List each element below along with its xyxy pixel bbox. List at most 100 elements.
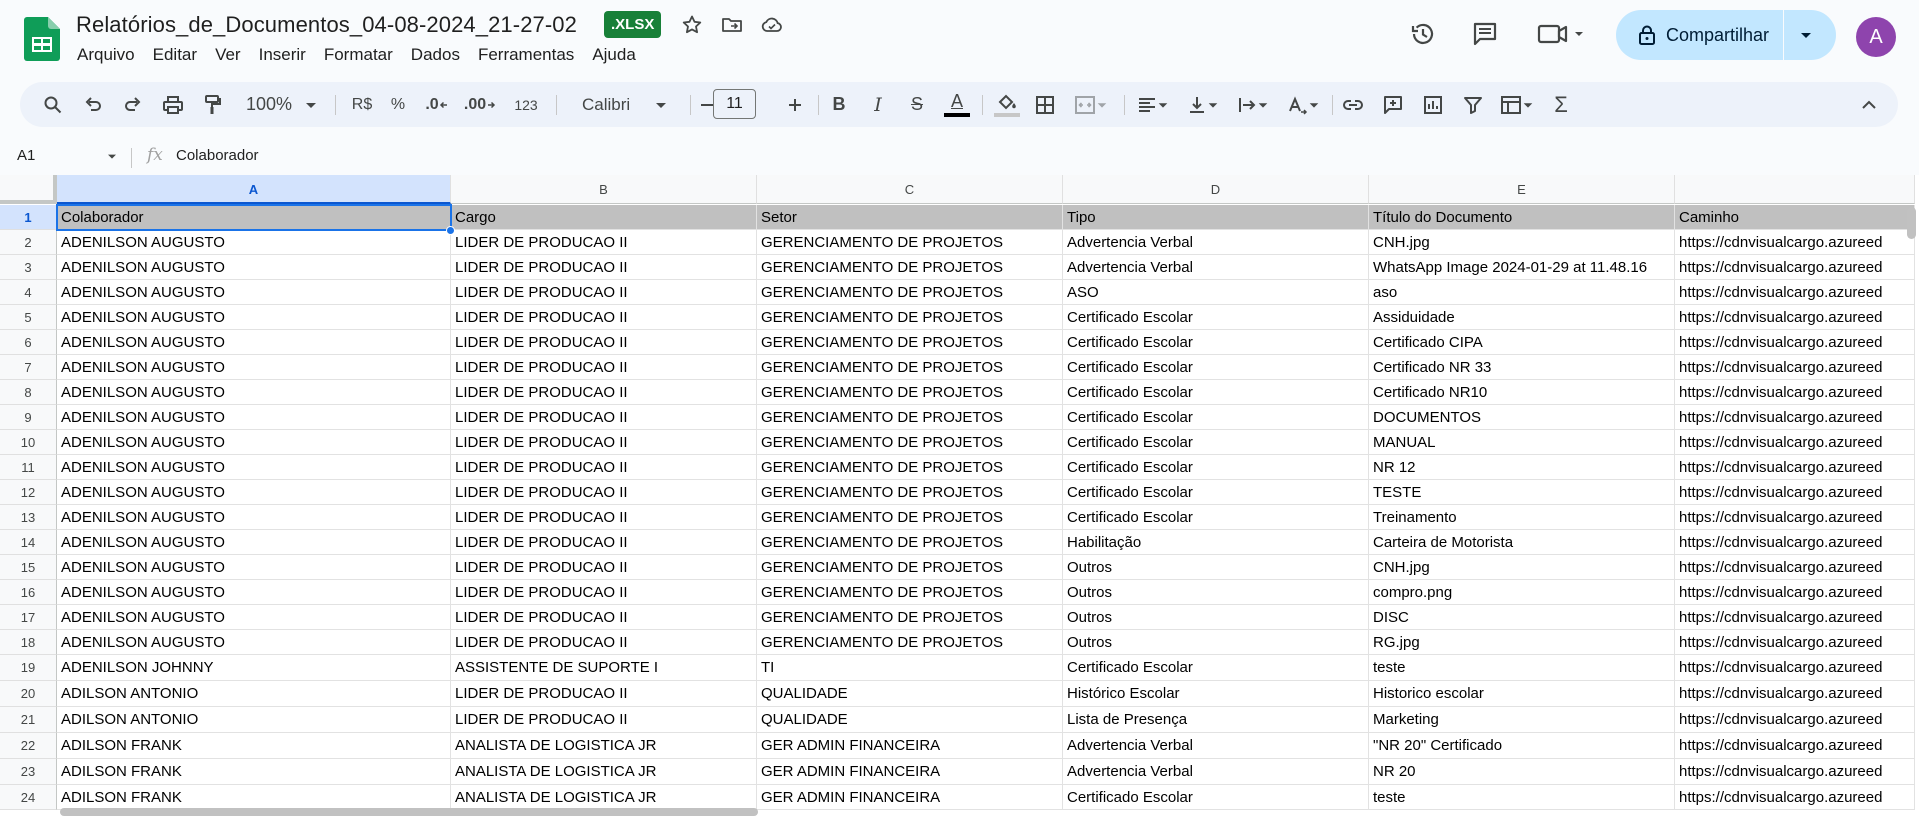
table-cell[interactable]: Certificado Escolar	[1063, 480, 1369, 505]
row-header[interactable]: 7	[0, 355, 57, 380]
table-cell[interactable]: teste	[1369, 785, 1675, 810]
menu-dados[interactable]: Dados	[402, 44, 469, 68]
cloud-status-icon[interactable]	[760, 13, 784, 37]
version-history-icon[interactable]	[1407, 18, 1439, 50]
table-cell[interactable]: https://cdnvisualcargo.azureed	[1675, 480, 1915, 505]
menu-ajuda[interactable]: Ajuda	[583, 44, 644, 68]
row-header[interactable]: 4	[0, 280, 57, 305]
table-cell[interactable]: LIDER DE PRODUCAO II	[451, 280, 757, 305]
table-cell[interactable]: ADILSON FRANK	[57, 759, 451, 785]
table-cell[interactable]: LIDER DE PRODUCAO II	[451, 230, 757, 255]
filter-views-button[interactable]	[1494, 82, 1540, 127]
table-cell[interactable]: ADENILSON AUGUSTO	[57, 305, 451, 330]
table-cell[interactable]: https://cdnvisualcargo.azureed	[1675, 380, 1915, 405]
table-cell[interactable]: GERENCIAMENTO DE PROJETOS	[757, 305, 1063, 330]
move-folder-icon[interactable]	[720, 13, 744, 37]
table-cell[interactable]: WhatsApp Image 2024-01-29 at 11.48.16	[1369, 255, 1675, 280]
table-cell[interactable]: ADENILSON AUGUSTO	[57, 355, 451, 380]
table-cell[interactable]: LIDER DE PRODUCAO II	[451, 580, 757, 605]
table-cell[interactable]: GERENCIAMENTO DE PROJETOS	[757, 405, 1063, 430]
print-button[interactable]	[158, 82, 188, 127]
row-header[interactable]: 2	[0, 230, 57, 255]
spreadsheet-grid[interactable]: A B C D E 1 Colaborador Cargo Setor Tipo Título do…	[0, 175, 1919, 818]
table-cell[interactable]: ADENILSON AUGUSTO	[57, 580, 451, 605]
table-cell[interactable]: LIDER DE PRODUCAO II	[451, 255, 757, 280]
insert-comment-button[interactable]	[1378, 82, 1408, 127]
table-cell[interactable]: QUALIDADE	[757, 707, 1063, 733]
table-cell[interactable]: ANALISTA DE LOGISTICA JR	[451, 759, 757, 785]
table-cell[interactable]: ADENILSON AUGUSTO	[57, 605, 451, 630]
increase-decimal-button[interactable]: .00	[460, 82, 500, 127]
table-cell[interactable]: ADENILSON AUGUSTO	[57, 255, 451, 280]
table-cell[interactable]: LIDER DE PRODUCAO II	[451, 405, 757, 430]
table-cell[interactable]: "NR 20" Certificado	[1369, 733, 1675, 759]
column-header[interactable]: D	[1063, 175, 1369, 204]
vertical-scrollbar[interactable]	[1907, 205, 1917, 815]
table-cell[interactable]: https://cdnvisualcargo.azureed	[1675, 455, 1915, 480]
horizontal-align-button[interactable]	[1130, 82, 1176, 127]
fill-handle[interactable]	[446, 226, 455, 235]
table-cell[interactable]: Histórico Escolar	[1063, 681, 1369, 707]
table-cell[interactable]: Advertencia Verbal	[1063, 733, 1369, 759]
caret-down-icon[interactable]	[106, 153, 118, 161]
table-cell[interactable]: https://cdnvisualcargo.azureed	[1675, 505, 1915, 530]
menu-arquivo[interactable]: Arquivo	[68, 44, 144, 68]
table-cell[interactable]: https://cdnvisualcargo.azureed	[1675, 759, 1915, 785]
table-cell[interactable]: LIDER DE PRODUCAO II	[451, 707, 757, 733]
sheets-logo-icon[interactable]	[24, 17, 60, 61]
table-cell[interactable]: GERENCIAMENTO DE PROJETOS	[757, 380, 1063, 405]
table-cell[interactable]: Certificado NR10	[1369, 380, 1675, 405]
table-cell[interactable]: TESTE	[1369, 480, 1675, 505]
bold-button[interactable]: B	[824, 82, 854, 127]
currency-format-button[interactable]: R$	[345, 82, 379, 127]
row-header[interactable]: 15	[0, 555, 57, 580]
row-header[interactable]: 3	[0, 255, 57, 280]
star-icon[interactable]	[680, 13, 704, 37]
name-box[interactable]: A1	[17, 147, 35, 164]
table-cell[interactable]: https://cdnvisualcargo.azureed	[1675, 605, 1915, 630]
table-cell[interactable]: compro.png	[1369, 580, 1675, 605]
row-header[interactable]: 17	[0, 605, 57, 630]
table-cell[interactable]: https://cdnvisualcargo.azureed	[1675, 630, 1915, 655]
table-cell[interactable]: Assiduidade	[1369, 305, 1675, 330]
undo-button[interactable]	[78, 82, 108, 127]
table-cell[interactable]: NR 20	[1369, 759, 1675, 785]
table-cell[interactable]: GERENCIAMENTO DE PROJETOS	[757, 430, 1063, 455]
table-cell[interactable]: GERENCIAMENTO DE PROJETOS	[757, 555, 1063, 580]
table-cell[interactable]: Historico escolar	[1369, 681, 1675, 707]
column-header[interactable]	[1675, 175, 1915, 204]
table-cell[interactable]: GERENCIAMENTO DE PROJETOS	[757, 255, 1063, 280]
row-header[interactable]: 20	[0, 681, 57, 707]
header-cell[interactable]: Colaborador	[57, 205, 451, 230]
strikethrough-button[interactable]: S	[902, 82, 932, 127]
table-cell[interactable]: Advertencia Verbal	[1063, 230, 1369, 255]
table-cell[interactable]: https://cdnvisualcargo.azureed	[1675, 355, 1915, 380]
table-cell[interactable]: Certificado Escolar	[1063, 785, 1369, 810]
table-cell[interactable]: ADENILSON AUGUSTO	[57, 230, 451, 255]
row-header[interactable]: 11	[0, 455, 57, 480]
table-cell[interactable]: Certificado Escolar	[1063, 305, 1369, 330]
vertical-scroll-thumb[interactable]	[1907, 207, 1916, 239]
table-cell[interactable]: https://cdnvisualcargo.azureed	[1675, 555, 1915, 580]
font-family-select[interactable]: Calibri	[560, 82, 685, 127]
horizontal-scroll-thumb[interactable]	[60, 808, 758, 816]
select-all-corner[interactable]	[0, 175, 57, 204]
table-cell[interactable]: ADENILSON AUGUSTO	[57, 480, 451, 505]
row-header[interactable]: 14	[0, 530, 57, 555]
table-cell[interactable]: LIDER DE PRODUCAO II	[451, 505, 757, 530]
table-cell[interactable]: https://cdnvisualcargo.azureed	[1675, 230, 1915, 255]
insert-chart-button[interactable]	[1418, 82, 1448, 127]
table-cell[interactable]: https://cdnvisualcargo.azureed	[1675, 305, 1915, 330]
share-button[interactable]: Compartilhar	[1616, 10, 1836, 60]
table-cell[interactable]: ADILSON ANTONIO	[57, 707, 451, 733]
table-cell[interactable]: https://cdnvisualcargo.azureed	[1675, 681, 1915, 707]
table-cell[interactable]: Certificado Escolar	[1063, 430, 1369, 455]
table-cell[interactable]: GERENCIAMENTO DE PROJETOS	[757, 605, 1063, 630]
row-header[interactable]: 12	[0, 480, 57, 505]
row-header[interactable]: 5	[0, 305, 57, 330]
vertical-align-button[interactable]	[1180, 82, 1226, 127]
table-cell[interactable]: GER ADMIN FINANCEIRA	[757, 759, 1063, 785]
table-cell[interactable]: ANALISTA DE LOGISTICA JR	[451, 733, 757, 759]
table-cell[interactable]: Advertencia Verbal	[1063, 255, 1369, 280]
increase-font-size-button[interactable]	[780, 82, 810, 127]
